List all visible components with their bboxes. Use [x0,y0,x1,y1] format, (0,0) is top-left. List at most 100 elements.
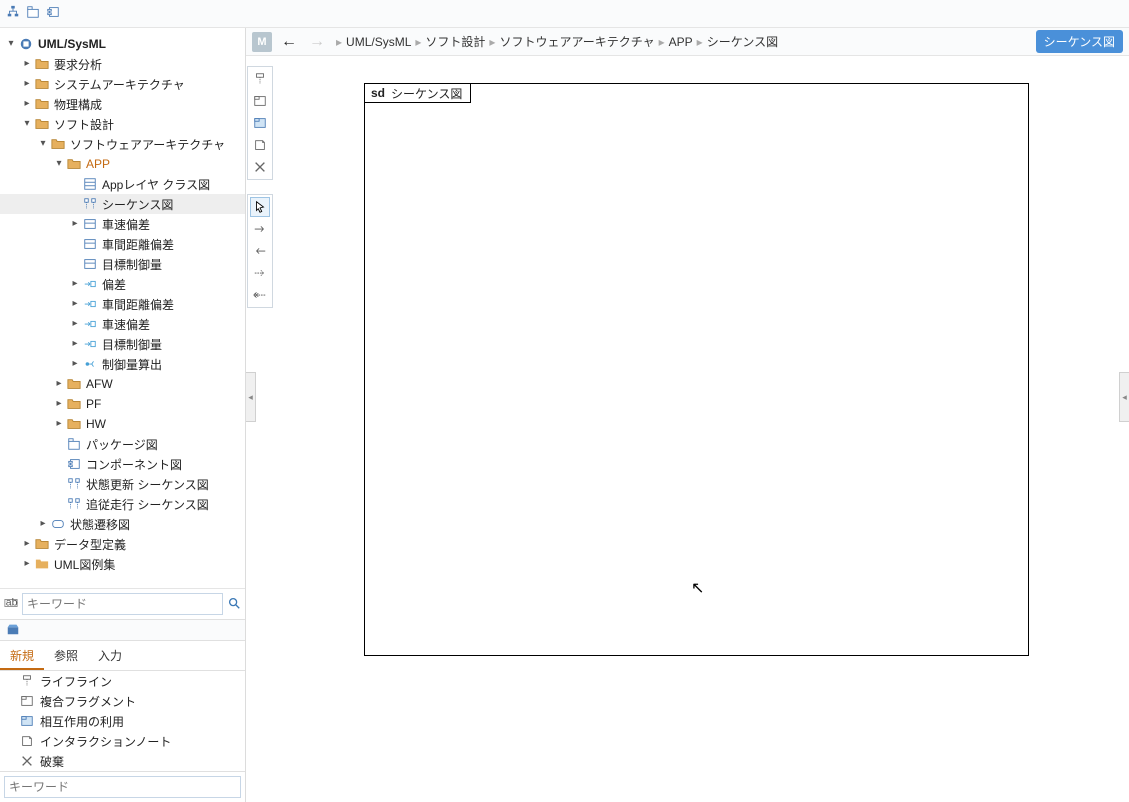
palette-tab[interactable]: 入力 [88,641,132,670]
port-icon [82,317,98,331]
palette-tab[interactable]: 参照 [44,641,88,670]
tree-item[interactable]: ▸状態遷移図 [0,514,245,534]
breadcrumb-item[interactable]: ソフト設計 [425,33,485,50]
palette-item[interactable]: 複合フラグメント [0,691,245,711]
nav-back-button[interactable]: ← [278,31,300,53]
folder-icon [66,397,82,411]
tree-item[interactable]: ▸システムアーキテクチャ [0,74,245,94]
tree-item-label: APP [82,157,110,171]
tree-item[interactable]: ▸追従走行 シーケンス図 [0,494,245,514]
left-pane: ▾UML/SysML▸要求分析▸システムアーキテクチャ▸物理構成▾ソフト設計▾ソ… [0,28,246,802]
tree-item[interactable]: ▸車間距離偏差 [0,234,245,254]
tree-item-label: 状態更新 シーケンス図 [82,476,209,493]
tree-item-label: Appレイヤ クラス図 [98,176,210,193]
port-icon [82,277,98,291]
element-tool-group [247,66,273,180]
tree-item[interactable]: ▸UML図例集 [0,554,245,574]
tree-item-label: PF [82,397,101,411]
model-tree[interactable]: ▾UML/SysML▸要求分析▸システムアーキテクチャ▸物理構成▾ソフト設計▾ソ… [0,28,245,588]
tree-item[interactable]: ▸データ型定義 [0,534,245,554]
tree-item[interactable]: ▸目標制御量 [0,254,245,274]
breadcrumb-item[interactable]: ソフトウェアアーキテクチャ [499,33,654,50]
tree-item-label: 状態遷移図 [66,516,130,533]
tree-search-input[interactable] [22,593,223,615]
tool-interaction-use[interactable] [250,113,270,133]
tree-item-label: ソフト設計 [50,116,114,133]
tree-item-label: コンポーネント図 [82,456,182,473]
interaction-use-icon [20,714,34,728]
state-diagram-icon [50,517,66,531]
tool-arrow-left[interactable] [250,241,270,261]
tool-lifeline[interactable] [250,69,270,89]
sequence-diagram-frame[interactable]: sd シーケンス図 [364,83,1029,656]
hierarchy-icon[interactable] [6,5,20,22]
seq-diagram-icon [66,477,82,491]
tree-item[interactable]: ▸車速偏差 [0,314,245,334]
palette-item[interactable]: ライフライン [0,671,245,691]
tree-item[interactable]: ▸Appレイヤ クラス図 [0,174,245,194]
folder-icon [66,157,82,171]
tree-item[interactable]: ▸目標制御量 [0,334,245,354]
tree-search-button[interactable] [227,596,241,613]
palette-item-label: 破棄 [40,753,64,770]
folder-icon [34,57,50,71]
abc-filter-icon[interactable] [4,596,18,613]
palette-keyword-input[interactable] [4,776,241,798]
tree-item-label: AFW [82,377,113,391]
diagram-type-badge[interactable]: シーケンス図 [1036,30,1123,53]
tree-item-label: 追従走行 シーケンス図 [82,496,209,513]
breadcrumb-item[interactable]: APP [669,35,693,49]
comp-diagram-icon [66,457,82,471]
tree-item[interactable]: ▸車間距離偏差 [0,294,245,314]
tree-item[interactable]: ▸シーケンス図 [0,194,245,214]
breadcrumb-item[interactable]: シーケンス図 [707,33,778,50]
top-toolbar [0,0,1129,28]
tool-pointer[interactable] [250,197,270,217]
tree-item-label: 車速偏差 [98,216,150,233]
tree-item[interactable]: ▾ソフトウェアアーキテクチャ [0,134,245,154]
tree-item[interactable]: ▸制御量算出 [0,354,245,374]
tree-item[interactable]: ▸HW [0,414,245,434]
folder-icon [50,137,66,151]
tree-item[interactable]: ▸物理構成 [0,94,245,114]
palette-item[interactable]: 破棄 [0,751,245,771]
palette-tab[interactable]: 新規 [0,641,44,670]
tree-item-label: シーケンス図 [98,196,173,213]
destroy-icon [20,754,34,768]
tree-item[interactable]: ▾UML/SysML [0,34,245,54]
palette-item[interactable]: 相互作用の利用 [0,711,245,731]
relation-tool-group [247,194,273,308]
tree-item[interactable]: ▸パッケージ図 [0,434,245,454]
pkg-diagram-icon [66,437,82,451]
tree-item[interactable]: ▸AFW [0,374,245,394]
tree-item[interactable]: ▸PF [0,394,245,414]
tool-dash-left-x[interactable] [250,285,270,305]
palette-item[interactable]: インタラクションノート [0,731,245,751]
breadcrumb-item[interactable]: UML/SysML [346,35,411,49]
tree-item[interactable]: ▾ソフト設計 [0,114,245,134]
tool-arrow-right[interactable] [250,219,270,239]
tree-item-label: 目標制御量 [98,256,162,273]
tree-item[interactable]: ▸状態更新 シーケンス図 [0,474,245,494]
tree-item[interactable]: ▸コンポーネント図 [0,454,245,474]
nav-forward-button: → [306,31,328,53]
seq-diagram-icon [66,497,82,511]
tree-item[interactable]: ▸要求分析 [0,54,245,74]
tool-fragment[interactable] [250,91,270,111]
tool-destroy[interactable] [250,157,270,177]
breadcrumb[interactable]: ▸UML/SysML▸ソフト設計▸ソフトウェアアーキテクチャ▸APP▸シーケンス… [334,33,778,50]
port-icon [82,337,98,351]
tree-item[interactable]: ▾APP [0,154,245,174]
folder-plain-icon [34,557,50,571]
collapse-right-handle[interactable]: ◂ [1119,372,1129,422]
tree-item[interactable]: ▸偏差 [0,274,245,294]
tree-item-label: 目標制御量 [98,336,162,353]
tool-note[interactable] [250,135,270,155]
tree-item[interactable]: ▸車速偏差 [0,214,245,234]
tool-dash-right[interactable] [250,263,270,283]
folder-icon [34,537,50,551]
diagram-canvas[interactable]: sd シーケンス図 ↖ [274,56,1129,802]
collapse-left-handle[interactable]: ◂ [246,372,256,422]
palette-item-label: ライフライン [40,673,112,690]
tree-item-label: 物理構成 [50,96,102,113]
